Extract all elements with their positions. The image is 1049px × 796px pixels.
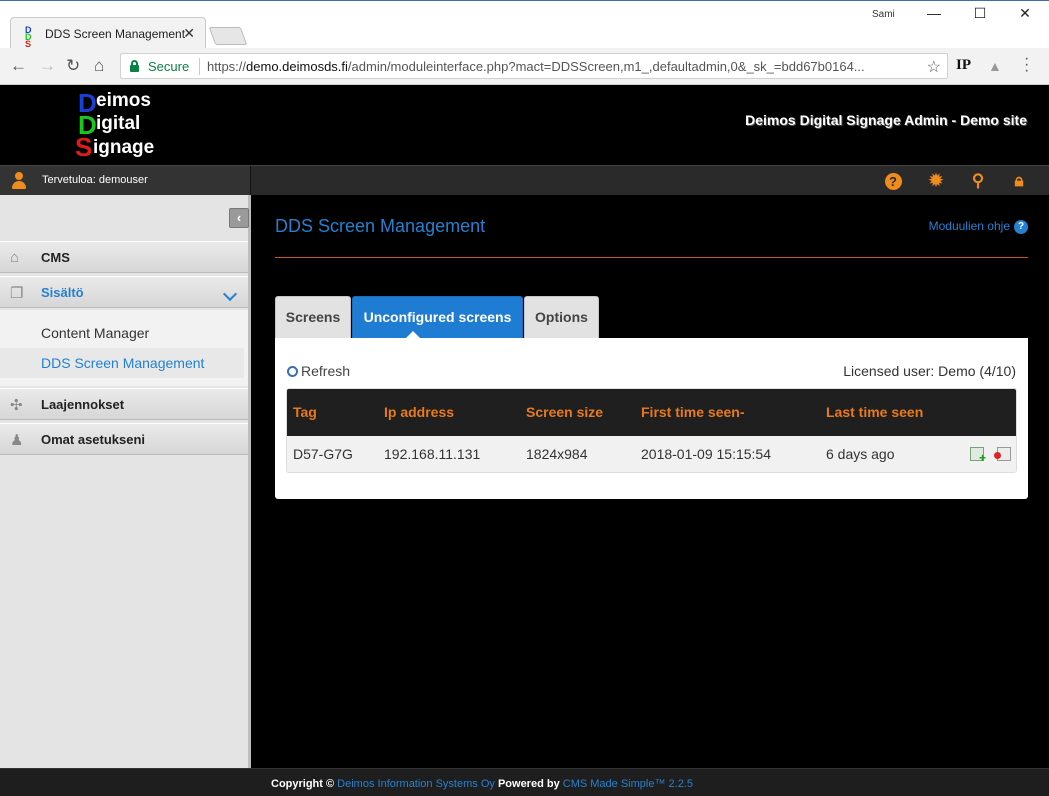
sidebar-submenu: Content Manager DDS Screen Management (0, 310, 248, 386)
admin-toolbar: Tervetuloa: demouser ? ✹ ⚲ 🔒︎ (0, 165, 1049, 195)
url-path: /admin/moduleinterface.php?mact=DDSScree… (347, 59, 865, 74)
sidebar-item-label: Omat asetukseni (41, 432, 146, 447)
back-icon[interactable]: ← (10, 56, 27, 76)
tab-options[interactable]: Options (524, 296, 599, 338)
welcome-text: Tervetuloa: demouser (42, 174, 148, 186)
tab-close-icon[interactable]: ✕ (183, 25, 195, 42)
footer-company-link[interactable]: Deimos Information Systems Oy (337, 778, 495, 790)
sidebar-item-label: Sisältö (41, 285, 84, 300)
toolbar-user-area: Tervetuloa: demouser (0, 166, 251, 195)
logo-letter-s: S (75, 132, 93, 162)
drive-extension-icon[interactable]: ▲ (988, 58, 1002, 74)
chevron-down-icon (222, 286, 238, 302)
sidebar-item-label: Laajennokset (41, 397, 125, 412)
column-header-screen-size[interactable]: Screen size (526, 404, 603, 420)
title-divider (275, 257, 1028, 258)
main-content: DDS Screen Management Moduulien ohje ? S… (251, 195, 1049, 768)
tab-screens[interactable]: Screens (275, 296, 351, 338)
lock-logout-icon[interactable]: 🔒︎ (1009, 171, 1029, 191)
footer: Copyright © Deimos Information Systems O… (0, 768, 1049, 796)
url-host: demo.deimosds.fi (246, 59, 348, 74)
user-icon (11, 172, 27, 189)
cell-ip: 192.168.11.131 (384, 446, 481, 462)
browser-user[interactable]: Sami (872, 9, 895, 20)
logo-text-ignage: ignage (93, 137, 155, 158)
url-scheme: https:// (207, 59, 247, 74)
help-question-icon[interactable]: ? (1014, 220, 1028, 234)
address-separator (199, 58, 200, 75)
search-icon[interactable]: ⚲ (968, 171, 988, 191)
site-title: Deimos Digital Signage Admin - Demo site (745, 112, 1027, 128)
refresh-icon (287, 366, 298, 377)
column-header-last-seen[interactable]: Last time seen (826, 404, 923, 420)
licensed-user: Licensed user: Demo (4/10) (843, 363, 1016, 379)
dds-favicon-icon: DDS (25, 25, 32, 49)
lock-icon (130, 60, 139, 72)
submenu-content-manager[interactable]: Content Manager (41, 325, 149, 341)
browser-titlebar: DDS DDS Screen Management ✕ Sami — ☐ ✕ (0, 0, 1049, 49)
tab-panel: Refresh Licensed user: Demo (4/10) Tag I… (275, 338, 1028, 499)
column-header-ip[interactable]: Ip address (384, 404, 454, 420)
settings-gear-icon[interactable]: ✹ (926, 171, 946, 191)
active-tab-caret (406, 331, 420, 338)
minimize-icon[interactable]: — (924, 5, 944, 21)
module-help-link[interactable]: Moduulien ohje (929, 219, 1010, 233)
sidebar-item-laajennokset[interactable]: ✣ Laajennokset (0, 388, 248, 420)
footer-copyright: Copyright © (271, 778, 335, 790)
documents-icon: ❐ (10, 285, 24, 302)
logo-text-eimos: eimos (96, 90, 151, 111)
browser-tab[interactable]: DDS DDS Screen Management ✕ (10, 17, 206, 49)
help-icon[interactable]: ? (883, 171, 903, 191)
tab-title: DDS Screen Management (45, 27, 185, 41)
submenu-dds-screen-management[interactable]: DDS Screen Management (41, 355, 204, 371)
cell-tag: D57-G7G (293, 446, 353, 462)
page-title: DDS Screen Management (275, 216, 486, 236)
user-settings-icon: ♟ (10, 432, 24, 449)
table-row: D57-G7G 192.168.11.131 1824x984 2018-01-… (287, 436, 1016, 472)
browser-menu-icon[interactable]: · · · (1024, 51, 1029, 79)
footer-powered-by: Powered by (497, 778, 560, 790)
reload-icon[interactable]: ↻ (66, 56, 80, 76)
screens-table: Tag Ip address Screen size First time se… (286, 388, 1017, 473)
sidebar-item-cms[interactable]: ⌂ CMS (0, 241, 248, 273)
sidebar-item-sisalto[interactable]: ❐ Sisältö (0, 276, 248, 308)
dds-logo[interactable]: D eimos D igital S ignage (75, 88, 196, 162)
sidebar: ‹ ⌂ CMS ❐ Sisältö Content Manager DDS Sc… (0, 195, 251, 768)
table-header: Tag Ip address Screen size First time se… (287, 389, 1016, 436)
forward-icon[interactable]: → (39, 56, 56, 76)
url-text[interactable]: https://demo.deimosds.fi/admin/moduleint… (207, 59, 917, 74)
cell-last-seen: 6 days ago (826, 446, 895, 462)
close-window-icon[interactable]: ✕ (1015, 5, 1035, 22)
bookmark-star-icon[interactable]: ☆ (927, 57, 941, 77)
new-tab-button[interactable] (208, 27, 248, 45)
maximize-icon[interactable]: ☐ (970, 5, 990, 22)
footer-text: Copyright © Deimos Information Systems O… (271, 778, 693, 790)
ip-extension-icon[interactable]: IP (956, 57, 971, 74)
column-header-tag[interactable]: Tag (293, 404, 317, 420)
collapse-sidebar-button[interactable]: ‹ (229, 208, 249, 228)
sidebar-item-label: CMS (41, 250, 70, 265)
logo-text-igital: igital (96, 113, 141, 134)
home-icon[interactable]: ⌂ (94, 56, 104, 76)
refresh-label: Refresh (301, 363, 351, 379)
home-icon: ⌂ (10, 249, 20, 266)
footer-cms-link[interactable]: CMS Made Simple™ 2.2.5 (563, 778, 693, 790)
browser-toolbar: ← → ↻ ⌂ Secure https://demo.deimosds.fi/… (0, 48, 1049, 85)
secure-label: Secure (148, 59, 190, 74)
cell-screen-size: 1824x984 (526, 446, 588, 462)
refresh-link[interactable]: Refresh (287, 363, 350, 379)
column-header-first-seen[interactable]: First time seen- (641, 404, 744, 420)
tab-unconfigured-screens[interactable]: Unconfigured screens (352, 296, 523, 338)
puzzle-icon: ✣ (10, 397, 23, 414)
sidebar-item-omat-asetukseni[interactable]: ♟ Omat asetukseni (0, 423, 248, 455)
add-screen-icon[interactable] (970, 447, 986, 465)
delete-screen-icon[interactable] (994, 447, 1011, 461)
cell-first-seen: 2018-01-09 15:15:54 (641, 446, 771, 462)
address-bar[interactable]: Secure https://demo.deimosds.fi/admin/mo… (120, 53, 948, 79)
